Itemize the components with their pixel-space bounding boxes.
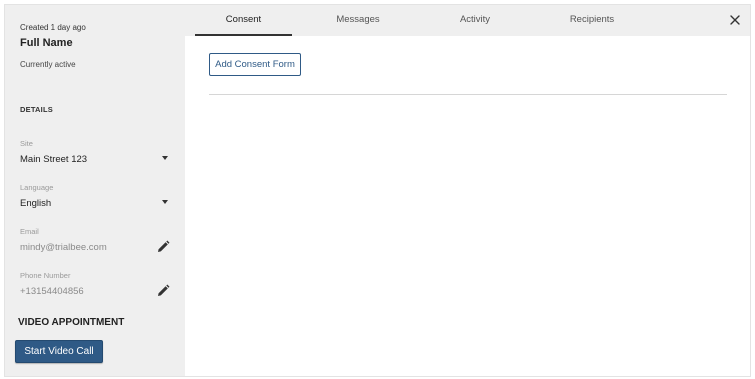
start-video-call-button[interactable]: Start Video Call (15, 340, 103, 363)
chevron-down-icon (162, 200, 168, 204)
phone-label: Phone Number (20, 271, 71, 280)
tab-messages[interactable]: Messages (311, 5, 405, 36)
patient-sidebar: Created 1 day ago Full Name Currently ac… (5, 5, 185, 376)
email-value: mindy@trialbee.com (20, 242, 107, 253)
created-timestamp: Created 1 day ago (20, 23, 86, 32)
patient-name: Full Name (20, 37, 73, 49)
site-label: Site (20, 139, 33, 148)
pencil-icon (158, 240, 170, 252)
main-content: Consent Messages Activity Recipients Add… (185, 5, 750, 376)
tab-activity[interactable]: Activity (428, 5, 522, 36)
patient-status: Currently active (20, 60, 76, 69)
pencil-icon (158, 284, 170, 296)
language-label: Language (20, 183, 54, 192)
add-consent-form-button[interactable]: Add Consent Form (209, 53, 301, 76)
section-divider (209, 94, 727, 95)
tab-bar: Consent Messages Activity Recipients (185, 5, 750, 36)
site-dropdown[interactable]: Main Street 123 (20, 151, 170, 167)
close-button[interactable] (728, 13, 742, 27)
edit-phone-button[interactable] (155, 283, 171, 299)
close-icon (730, 15, 740, 25)
details-heading: DETAILS (20, 105, 53, 114)
language-value: English (20, 198, 52, 209)
patient-panel: Created 1 day ago Full Name Currently ac… (4, 4, 751, 377)
email-label: Email (20, 227, 39, 236)
video-appointment-heading: VIDEO APPOINTMENT (18, 317, 125, 328)
language-dropdown[interactable]: English (20, 195, 170, 211)
tab-recipients[interactable]: Recipients (545, 5, 639, 36)
tab-consent[interactable]: Consent (195, 5, 292, 36)
phone-value: +13154404856 (20, 286, 84, 297)
site-value: Main Street 123 (20, 154, 88, 165)
edit-email-button[interactable] (155, 239, 171, 255)
chevron-down-icon (162, 156, 168, 160)
